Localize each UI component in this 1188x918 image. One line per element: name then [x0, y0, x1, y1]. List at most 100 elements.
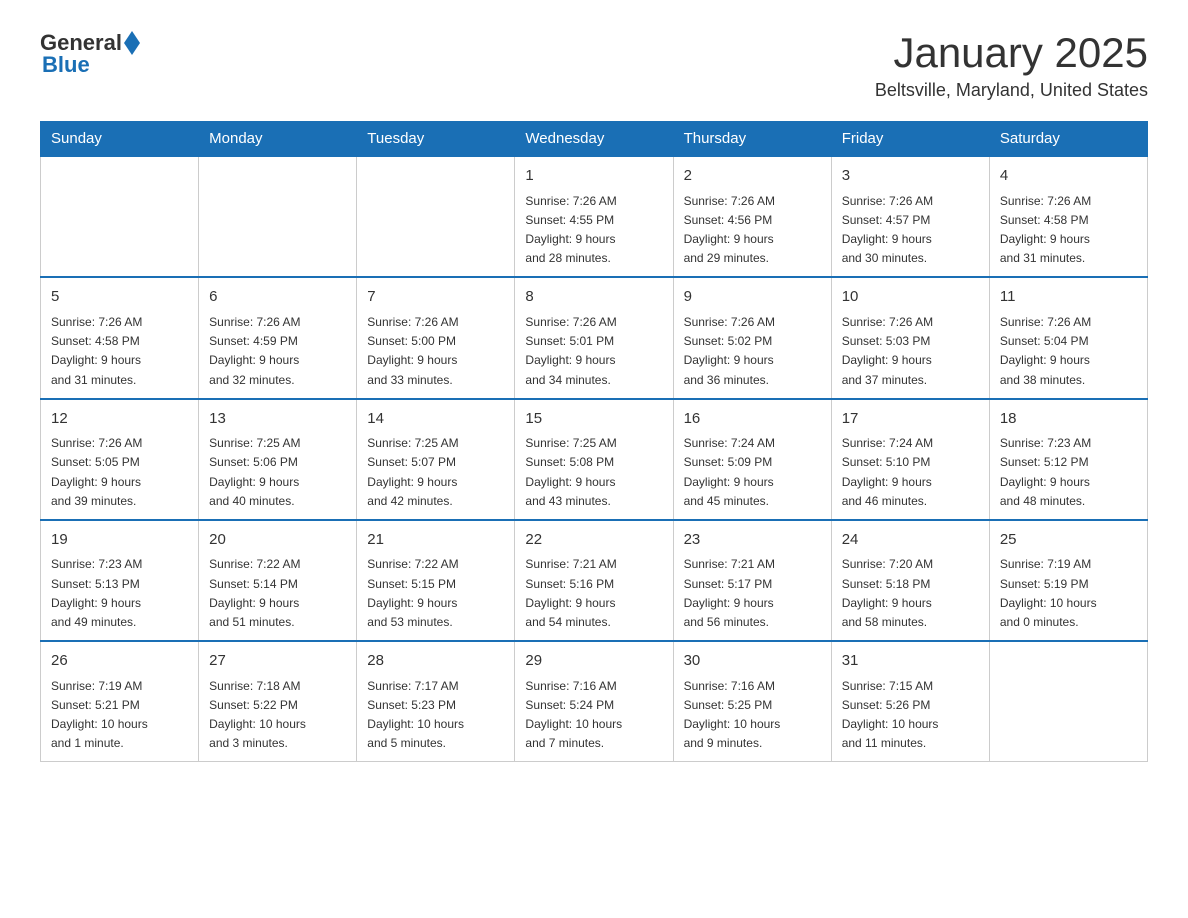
calendar-table: SundayMondayTuesdayWednesdayThursdayFrid…: [40, 121, 1148, 762]
day-number: 18: [1000, 408, 1137, 431]
day-cell: 16Sunrise: 7:24 AM Sunset: 5:09 PM Dayli…: [673, 399, 831, 520]
day-cell: [199, 156, 357, 277]
day-cell: 6 Sunrise: 7:26 AM Sunset: 4:59 PM Daylig…: [199, 277, 357, 398]
day-cell: 13 Sunrise: 7:25 AM Sunset: 5:06 PM Dayli…: [199, 399, 357, 520]
title-section: January 2025 Beltsville, Maryland, Unite…: [875, 30, 1148, 101]
day-info: Sunrise: 7:26 AM Sunset: 4:57 PM Dayligh…: [842, 192, 979, 269]
header-row: SundayMondayTuesdayWednesdayThursdayFrid…: [41, 122, 1148, 157]
day-number: 25: [1000, 529, 1137, 552]
day-number: 19: [51, 529, 188, 552]
logo-blue-text: Blue: [42, 52, 90, 78]
day-number: 20: [209, 529, 346, 552]
day-number: 1: [525, 165, 662, 188]
day-cell: 28 Sunrise: 7:17 AM Sunset: 5:23 PM Dayli…: [357, 641, 515, 762]
day-cell: [989, 641, 1147, 762]
day-cell: 9 Sunrise: 7:26 AM Sunset: 5:02 PM Daylig…: [673, 277, 831, 398]
day-info: Sunrise: 7:26 AM Sunset: 5:00 PM Dayligh…: [367, 313, 504, 390]
day-info: Sunrise: 7:25 AM Sunset: 5:08 PM Dayligh…: [525, 434, 662, 511]
day-cell: 19 Sunrise: 7:23 AM Sunset: 5:13 PM Dayli…: [41, 520, 199, 641]
day-number: 9: [684, 286, 821, 309]
day-number: 11: [1000, 286, 1137, 309]
logo-triangle-up-icon: [124, 31, 140, 43]
day-number: 13: [209, 408, 346, 431]
day-info: Sunrise: 7:22 AM Sunset: 5:15 PM Dayligh…: [367, 555, 504, 632]
header-cell-tuesday: Tuesday: [357, 122, 515, 157]
day-cell: 29 Sunrise: 7:16 AM Sunset: 5:24 PM Dayli…: [515, 641, 673, 762]
day-cell: 25Sunrise: 7:19 AM Sunset: 5:19 PM Dayli…: [989, 520, 1147, 641]
day-cell: 3Sunrise: 7:26 AM Sunset: 4:57 PM Daylig…: [831, 156, 989, 277]
header-cell-thursday: Thursday: [673, 122, 831, 157]
logo: General Blue: [40, 30, 140, 78]
day-info: Sunrise: 7:18 AM Sunset: 5:22 PM Dayligh…: [209, 677, 346, 754]
day-info: Sunrise: 7:21 AM Sunset: 5:16 PM Dayligh…: [525, 555, 662, 632]
day-number: 2: [684, 165, 821, 188]
day-number: 7: [367, 286, 504, 309]
day-cell: 1 Sunrise: 7:26 AM Sunset: 4:55 PM Daylig…: [515, 156, 673, 277]
day-info: Sunrise: 7:26 AM Sunset: 5:01 PM Dayligh…: [525, 313, 662, 390]
day-info: Sunrise: 7:24 AM Sunset: 5:10 PM Dayligh…: [842, 434, 979, 511]
day-cell: 2 Sunrise: 7:26 AM Sunset: 4:56 PM Daylig…: [673, 156, 831, 277]
week-row-4: 19 Sunrise: 7:23 AM Sunset: 5:13 PM Dayli…: [41, 520, 1148, 641]
page-header: General Blue January 2025 Beltsville, Ma…: [40, 30, 1148, 101]
day-number: 17: [842, 408, 979, 431]
week-row-1: 1 Sunrise: 7:26 AM Sunset: 4:55 PM Daylig…: [41, 156, 1148, 277]
day-info: Sunrise: 7:25 AM Sunset: 5:06 PM Dayligh…: [209, 434, 346, 511]
day-info: Sunrise: 7:20 AM Sunset: 5:18 PM Dayligh…: [842, 555, 979, 632]
day-info: Sunrise: 7:26 AM Sunset: 5:02 PM Dayligh…: [684, 313, 821, 390]
day-number: 10: [842, 286, 979, 309]
day-info: Sunrise: 7:26 AM Sunset: 4:55 PM Dayligh…: [525, 192, 662, 269]
header-cell-saturday: Saturday: [989, 122, 1147, 157]
day-cell: 21 Sunrise: 7:22 AM Sunset: 5:15 PM Dayli…: [357, 520, 515, 641]
day-cell: 17 Sunrise: 7:24 AM Sunset: 5:10 PM Dayli…: [831, 399, 989, 520]
header-cell-friday: Friday: [831, 122, 989, 157]
day-info: Sunrise: 7:17 AM Sunset: 5:23 PM Dayligh…: [367, 677, 504, 754]
day-number: 24: [842, 529, 979, 552]
day-number: 31: [842, 650, 979, 673]
day-info: Sunrise: 7:23 AM Sunset: 5:12 PM Dayligh…: [1000, 434, 1137, 511]
day-info: Sunrise: 7:26 AM Sunset: 4:59 PM Dayligh…: [209, 313, 346, 390]
week-row-5: 26 Sunrise: 7:19 AM Sunset: 5:21 PM Dayli…: [41, 641, 1148, 762]
day-cell: 15 Sunrise: 7:25 AM Sunset: 5:08 PM Dayli…: [515, 399, 673, 520]
day-number: 22: [525, 529, 662, 552]
day-info: Sunrise: 7:16 AM Sunset: 5:24 PM Dayligh…: [525, 677, 662, 754]
day-info: Sunrise: 7:23 AM Sunset: 5:13 PM Dayligh…: [51, 555, 188, 632]
day-cell: 10 Sunrise: 7:26 AM Sunset: 5:03 PM Dayli…: [831, 277, 989, 398]
day-number: 27: [209, 650, 346, 673]
day-number: 28: [367, 650, 504, 673]
logo-triangle-down-icon: [124, 43, 140, 55]
day-cell: 26 Sunrise: 7:19 AM Sunset: 5:21 PM Dayli…: [41, 641, 199, 762]
day-cell: [357, 156, 515, 277]
day-cell: 14Sunrise: 7:25 AM Sunset: 5:07 PM Dayli…: [357, 399, 515, 520]
day-info: Sunrise: 7:26 AM Sunset: 5:03 PM Dayligh…: [842, 313, 979, 390]
day-info: Sunrise: 7:24 AM Sunset: 5:09 PM Dayligh…: [684, 434, 821, 511]
day-info: Sunrise: 7:26 AM Sunset: 5:05 PM Dayligh…: [51, 434, 188, 511]
calendar-title: January 2025: [875, 30, 1148, 76]
day-cell: 18 Sunrise: 7:23 AM Sunset: 5:12 PM Dayli…: [989, 399, 1147, 520]
day-cell: 20 Sunrise: 7:22 AM Sunset: 5:14 PM Dayli…: [199, 520, 357, 641]
week-row-3: 12 Sunrise: 7:26 AM Sunset: 5:05 PM Dayli…: [41, 399, 1148, 520]
day-info: Sunrise: 7:26 AM Sunset: 4:56 PM Dayligh…: [684, 192, 821, 269]
day-number: 6: [209, 286, 346, 309]
day-number: 12: [51, 408, 188, 431]
day-number: 23: [684, 529, 821, 552]
day-info: Sunrise: 7:25 AM Sunset: 5:07 PM Dayligh…: [367, 434, 504, 511]
day-info: Sunrise: 7:16 AM Sunset: 5:25 PM Dayligh…: [684, 677, 821, 754]
day-cell: [41, 156, 199, 277]
day-cell: 12 Sunrise: 7:26 AM Sunset: 5:05 PM Dayli…: [41, 399, 199, 520]
day-info: Sunrise: 7:19 AM Sunset: 5:21 PM Dayligh…: [51, 677, 188, 754]
day-number: 5: [51, 286, 188, 309]
calendar-subtitle: Beltsville, Maryland, United States: [875, 80, 1148, 101]
day-info: Sunrise: 7:22 AM Sunset: 5:14 PM Dayligh…: [209, 555, 346, 632]
day-number: 21: [367, 529, 504, 552]
day-cell: 31Sunrise: 7:15 AM Sunset: 5:26 PM Dayli…: [831, 641, 989, 762]
header-cell-sunday: Sunday: [41, 122, 199, 157]
day-number: 26: [51, 650, 188, 673]
day-number: 29: [525, 650, 662, 673]
day-number: 4: [1000, 165, 1137, 188]
day-cell: 22 Sunrise: 7:21 AM Sunset: 5:16 PM Dayli…: [515, 520, 673, 641]
day-cell: 4Sunrise: 7:26 AM Sunset: 4:58 PM Daylig…: [989, 156, 1147, 277]
day-number: 15: [525, 408, 662, 431]
day-cell: 27 Sunrise: 7:18 AM Sunset: 5:22 PM Dayli…: [199, 641, 357, 762]
day-info: Sunrise: 7:21 AM Sunset: 5:17 PM Dayligh…: [684, 555, 821, 632]
day-cell: 30Sunrise: 7:16 AM Sunset: 5:25 PM Dayli…: [673, 641, 831, 762]
